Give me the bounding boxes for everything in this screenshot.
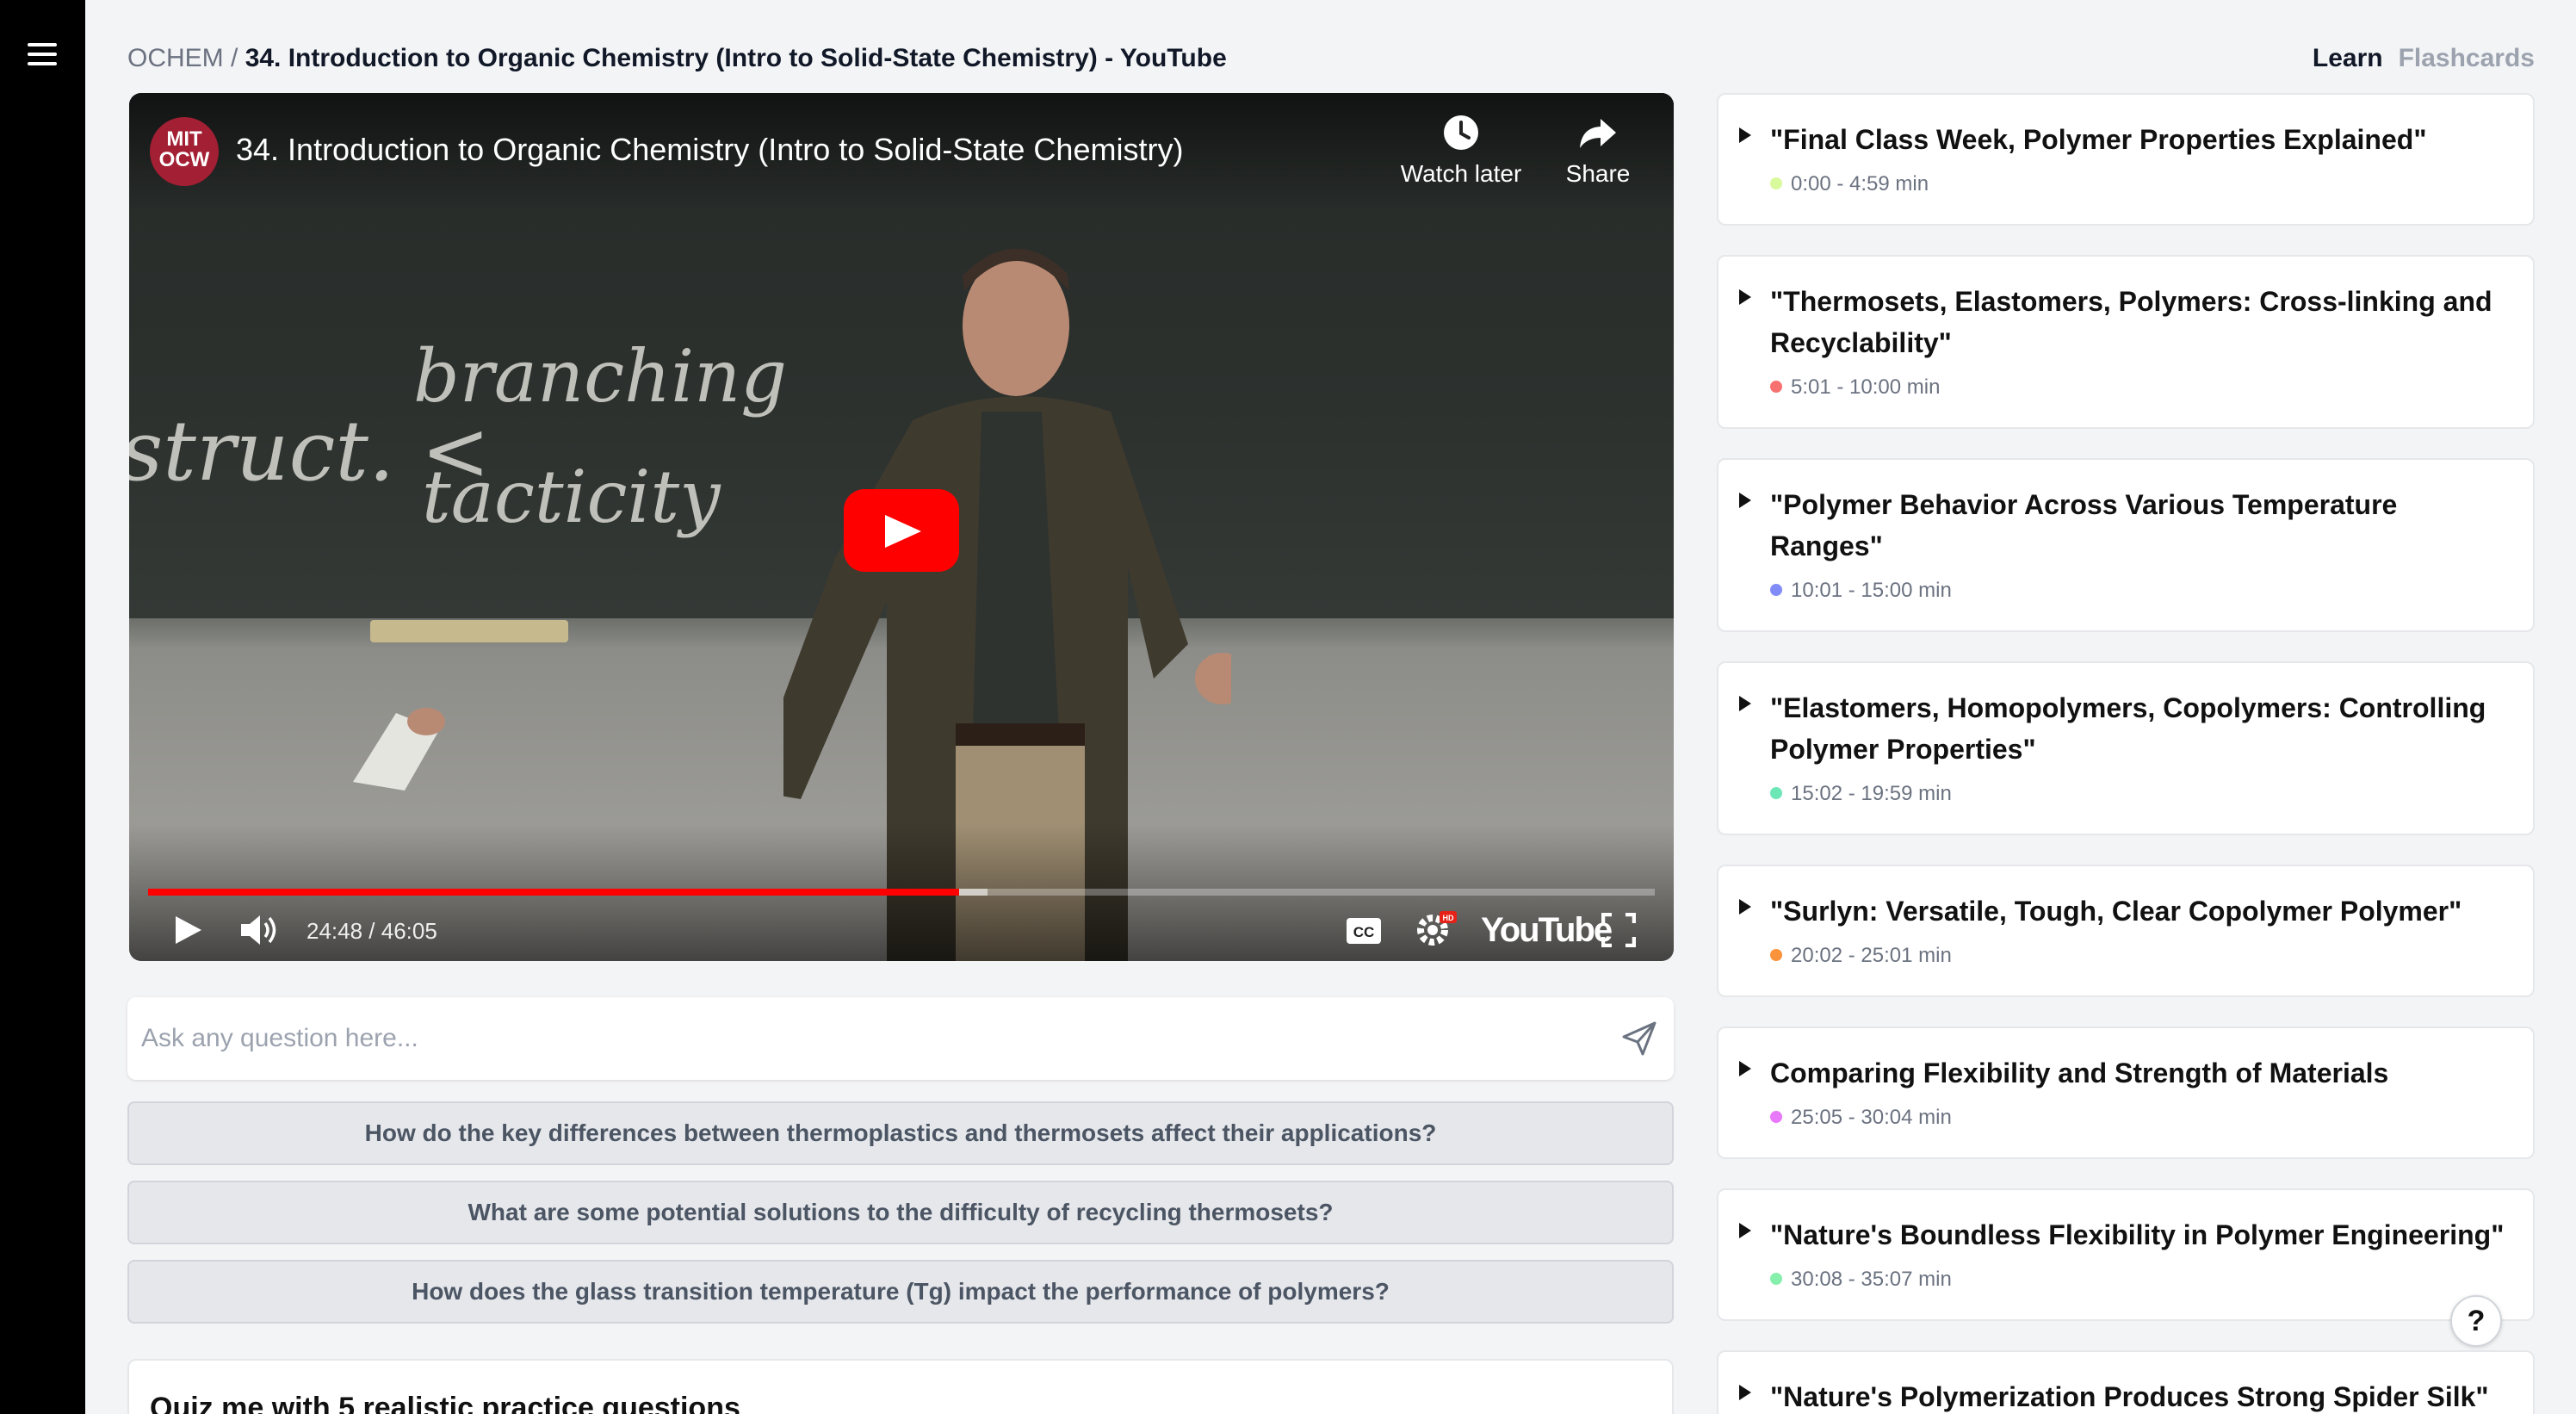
video-player[interactable]: struct. < branching tacticity MIT OCW 34… [129, 93, 1674, 961]
watch-later-button[interactable]: Watch later [1396, 114, 1526, 188]
youtube-wordmark[interactable]: YouTube [1481, 911, 1613, 950]
chapter-title: Comparing Flexibility and Strength of Ma… [1770, 1057, 2389, 1088]
chapter-time: 25:05 - 30:04 min [1770, 1106, 1952, 1130]
chapter-item[interactable]: Comparing Flexibility and Strength of Ma… [1717, 1026, 2535, 1159]
video-chalk-writing: tacticity [422, 455, 721, 539]
clock-icon [1444, 115, 1478, 150]
breadcrumb-current: 34. Introduction to Organic Chemistry (I… [245, 44, 1227, 72]
chapter-time: 10:01 - 15:00 min [1770, 579, 1952, 603]
chapter-time: 0:00 - 4:59 min [1770, 172, 1929, 196]
chapter-title: "Elastomers, Homopolymers, Copolymers: C… [1770, 692, 2486, 765]
caret-right-icon[interactable] [1739, 899, 1751, 915]
send-icon[interactable] [1619, 1018, 1660, 1059]
chapter-time-label: 0:00 - 4:59 min [1791, 172, 1929, 195]
breadcrumb-parent[interactable]: OCHEM [127, 44, 224, 72]
caret-right-icon[interactable] [1739, 493, 1751, 508]
share-arrow-icon [1580, 119, 1616, 148]
chapter-time-label: 25:05 - 30:04 min [1791, 1106, 1952, 1129]
chapter-time: 30:08 - 35:07 min [1770, 1268, 1952, 1292]
tab-flashcards[interactable]: Flashcards [2399, 43, 2535, 74]
chapter-item[interactable]: "Final Class Week, Polymer Properties Ex… [1717, 93, 2535, 226]
time-readout: 24:48 / 46:05 [307, 918, 437, 944]
video-chalk-writing: branching [413, 334, 787, 419]
chapter-color-dot [1770, 1272, 1782, 1285]
chapter-time-label: 5:01 - 10:00 min [1791, 375, 1941, 399]
chapter-title: "Surlyn: Versatile, Tough, Clear Copolym… [1770, 896, 2462, 927]
chapter-title: "Thermosets, Elastomers, Polymers: Cross… [1770, 286, 2492, 358]
chapter-color-dot [1770, 948, 1782, 961]
chapter-time: 5:01 - 10:00 min [1770, 375, 1940, 400]
play-button-large[interactable] [844, 489, 959, 572]
chapter-title: "Nature's Boundless Flexibility in Polym… [1770, 1219, 2505, 1250]
chapter-time-label: 20:02 - 25:01 min [1791, 944, 1952, 967]
chapter-item[interactable]: "Surlyn: Versatile, Tough, Clear Copolym… [1717, 865, 2535, 997]
video-title[interactable]: 34. Introduction to Organic Chemistry (I… [236, 131, 1183, 169]
progress-played [148, 889, 959, 896]
chapter-title: "Final Class Week, Polymer Properties Ex… [1770, 124, 2427, 155]
svg-text:HD: HD [1443, 914, 1454, 922]
chapter-time: 15:02 - 19:59 min [1770, 782, 1952, 806]
fullscreen-icon[interactable] [1601, 913, 1636, 947]
chapter-item[interactable]: "Polymer Behavior Across Various Tempera… [1717, 458, 2535, 632]
video-progress-bar[interactable] [148, 889, 1655, 896]
caret-right-icon[interactable] [1739, 127, 1751, 143]
mode-tabs: Learn Flashcards [2313, 43, 2535, 74]
channel-logo-text: MIT OCW [158, 127, 210, 171]
captions-cc-icon[interactable]: CC [1345, 916, 1383, 946]
share-button[interactable]: Share [1555, 114, 1641, 188]
caret-right-icon[interactable] [1739, 696, 1751, 711]
chapter-color-dot [1770, 786, 1782, 799]
chapter-title: "Nature's Polymerization Produces Strong… [1770, 1381, 2489, 1412]
watch-later-label: Watch later [1400, 160, 1522, 187]
chapter-item[interactable]: "Elastomers, Homopolymers, Copolymers: C… [1717, 661, 2535, 835]
quiz-title: Quiz me with 5 realistic practice questi… [150, 1392, 740, 1414]
video-paper-in-hand [353, 708, 445, 791]
left-rail [0, 0, 85, 1414]
chapter-item[interactable]: "Nature's Polymerization Produces Strong… [1717, 1350, 2535, 1414]
volume-icon[interactable] [238, 911, 281, 949]
caret-right-icon[interactable] [1739, 1385, 1751, 1400]
play-control-icon[interactable] [170, 911, 205, 949]
chapter-color-dot [1770, 380, 1782, 393]
chapter-title: "Polymer Behavior Across Various Tempera… [1770, 489, 2398, 561]
svg-text:CC: CC [1353, 924, 1375, 940]
chapter-time-label: 10:01 - 15:00 min [1791, 579, 1952, 602]
breadcrumb-separator: / [223, 44, 245, 72]
chapter-color-dot [1770, 1110, 1782, 1123]
video-eraser [370, 620, 568, 642]
chapter-color-dot [1770, 177, 1782, 189]
breadcrumb: OCHEM / 34. Introduction to Organic Chem… [127, 43, 1227, 74]
chapter-time-label: 30:08 - 35:07 min [1791, 1268, 1952, 1291]
ask-question-box [127, 997, 1674, 1080]
caret-right-icon[interactable] [1739, 1061, 1751, 1076]
caret-right-icon[interactable] [1739, 289, 1751, 305]
help-button[interactable]: ? [2450, 1295, 2502, 1347]
caret-right-icon[interactable] [1739, 1223, 1751, 1238]
chapter-color-dot [1770, 583, 1782, 596]
suggested-question-button[interactable]: How does the glass transition temperatur… [127, 1260, 1674, 1324]
settings-gear-icon[interactable]: HD [1414, 908, 1458, 949]
tab-learn[interactable]: Learn [2313, 43, 2383, 74]
chapter-time-label: 15:02 - 19:59 min [1791, 782, 1952, 805]
ask-question-input[interactable] [141, 1016, 1588, 1061]
chapter-item[interactable]: "Thermosets, Elastomers, Polymers: Cross… [1717, 255, 2535, 429]
chapter-time: 20:02 - 25:01 min [1770, 944, 1952, 968]
channel-logo[interactable]: MIT OCW [150, 117, 219, 186]
quiz-card[interactable]: Quiz me with 5 realistic practice questi… [127, 1359, 1674, 1414]
chapter-item[interactable]: "Nature's Boundless Flexibility in Polym… [1717, 1188, 2535, 1321]
share-label: Share [1565, 160, 1631, 187]
suggested-question-button[interactable]: How do the key differences between therm… [127, 1101, 1674, 1165]
play-icon [885, 515, 921, 548]
suggested-question-button[interactable]: What are some potential solutions to the… [127, 1181, 1674, 1244]
hamburger-menu-icon[interactable] [26, 40, 60, 69]
